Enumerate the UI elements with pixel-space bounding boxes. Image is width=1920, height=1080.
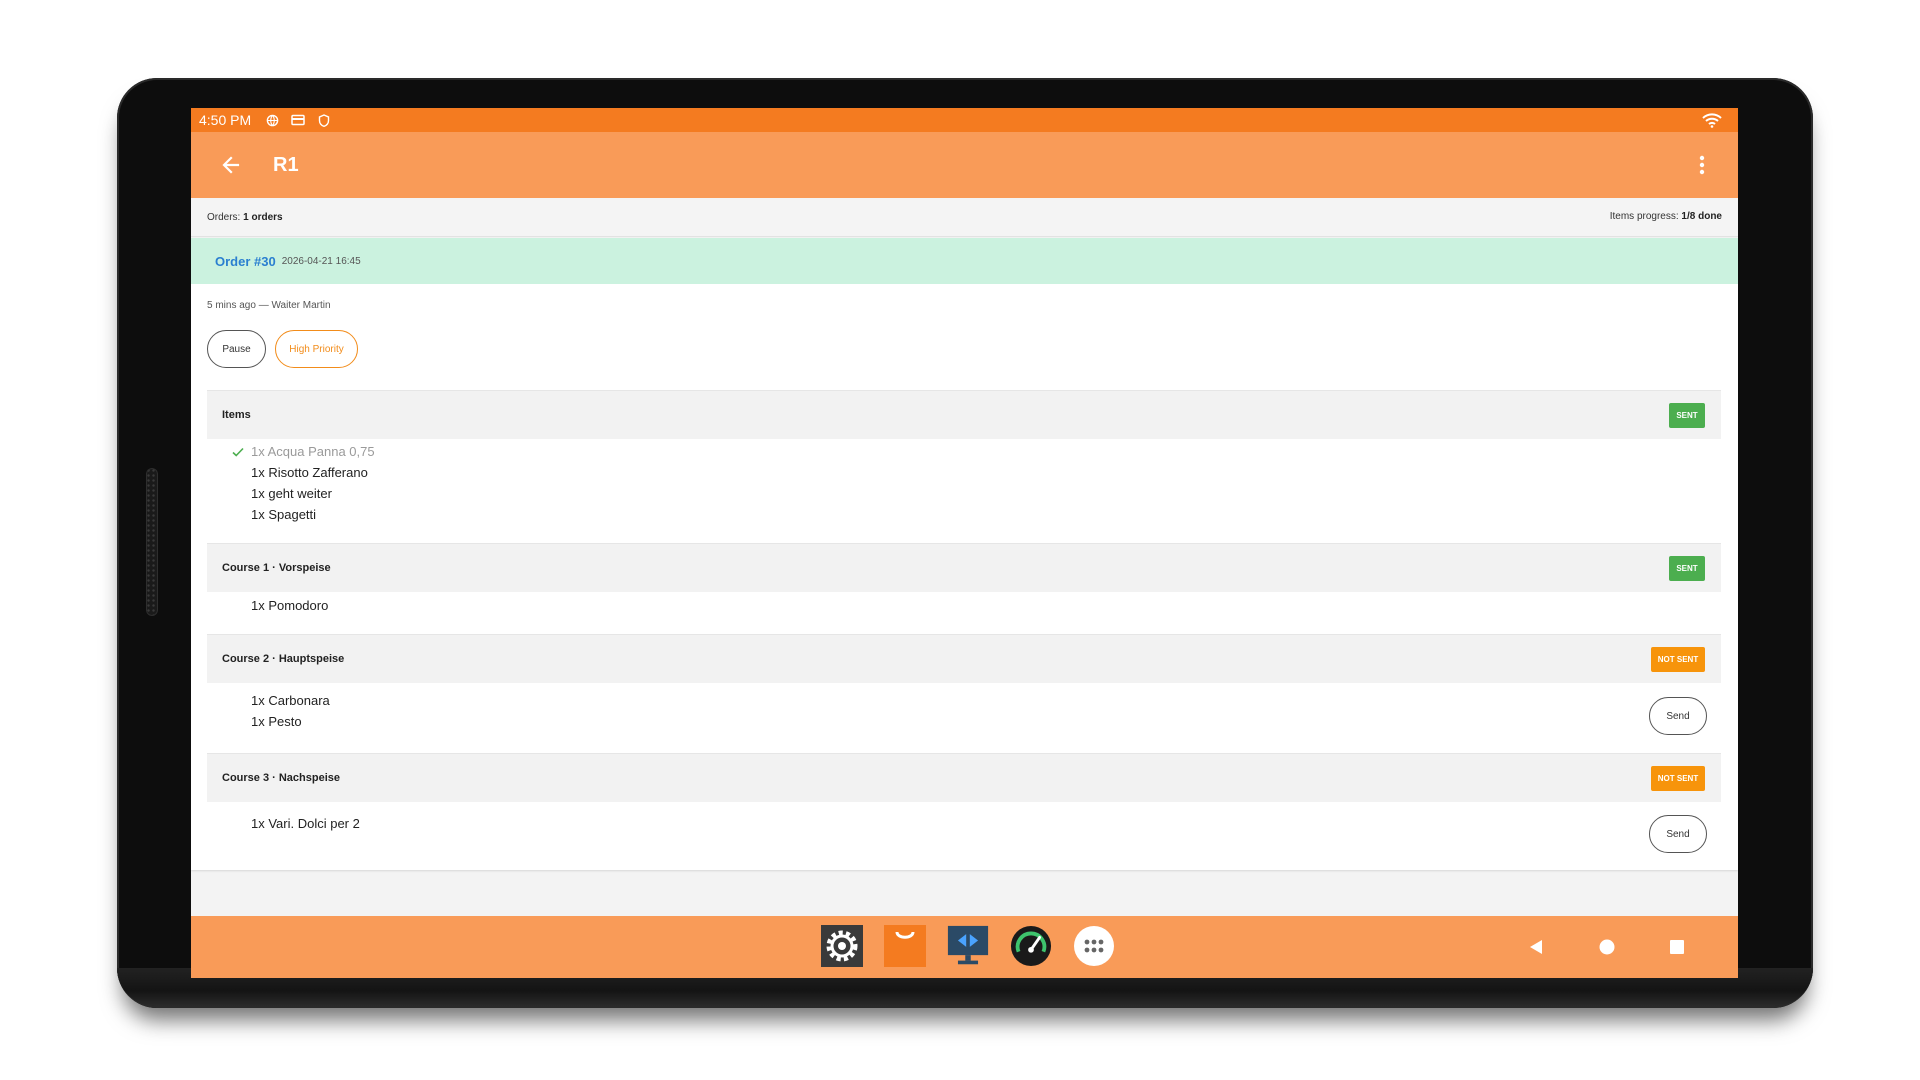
sent-badge: SENT	[1669, 402, 1705, 428]
navigation-bar	[191, 916, 1738, 978]
more-vert-icon[interactable]	[1686, 149, 1718, 181]
pause-button[interactable]: Pause	[207, 330, 266, 368]
order-card: Order #30 2026-04-21 16:45 5 mins ago — …	[191, 238, 1738, 870]
app-bar: R1	[191, 132, 1738, 198]
orders-label: Orders:	[207, 211, 241, 223]
sent-badge: SENT	[1669, 555, 1705, 581]
settings-app-icon[interactable]	[821, 925, 863, 967]
order-number: Order #30	[215, 253, 276, 269]
card-icon	[291, 113, 305, 127]
speaker-grille	[146, 468, 158, 616]
progress-label: Items progress:	[1609, 211, 1679, 222]
list-item: 1x Pomodoro	[251, 598, 329, 613]
section-title: Course 3 · Nachspeise	[222, 772, 340, 784]
section-title: Course 1 · Vorspeise	[222, 562, 331, 574]
summary-bar: Orders: 1 orders Items progress: 1/8 don…	[191, 198, 1738, 237]
remote-desktop-app-icon[interactable]	[947, 925, 989, 967]
section-title: Items	[222, 409, 251, 421]
not-sent-badge: NOT SENT	[1651, 646, 1705, 672]
send-course-3-button[interactable]: Send	[1649, 815, 1707, 853]
back-arrow-icon[interactable]	[215, 149, 247, 181]
shop-app-icon[interactable]	[884, 925, 926, 967]
nav-home-icon[interactable]	[1594, 934, 1620, 960]
progress-summary: Items progress: 1/8 done	[1610, 211, 1722, 222]
nav-recents-icon[interactable]	[1664, 934, 1690, 960]
list-item: 1x Vari. Dolci per 2	[251, 816, 360, 831]
not-sent-badge: NOT SENT	[1651, 765, 1705, 791]
globe-icon	[265, 113, 279, 127]
list-item: 1x Carbonara	[251, 693, 330, 708]
nav-back-icon[interactable]	[1523, 934, 1549, 960]
order-meta: 5 mins ago — Waiter Martin	[207, 300, 331, 311]
list-item: 1x Acqua Panna 0,75	[251, 444, 375, 459]
section-title: Course 2 · Hauptspeise	[222, 653, 345, 665]
wifi-icon	[1702, 112, 1722, 131]
app-drawer-icon[interactable]	[1073, 925, 1115, 967]
section-header-course-3: Course 3 · Nachspeise NOT SENT	[207, 753, 1721, 802]
section-header-items: Items SENT	[207, 390, 1721, 439]
status-time: 4:50 PM	[199, 112, 252, 128]
page-title: R1	[273, 153, 299, 176]
send-course-2-button[interactable]: Send	[1649, 697, 1707, 735]
orders-count: 1 orders	[243, 211, 283, 223]
list-item: 1x Spagetti	[251, 507, 317, 522]
shield-icon	[317, 113, 331, 127]
orders-summary: Orders: 1 orders	[207, 212, 283, 223]
order-datetime: 2026-04-21 16:45	[281, 255, 361, 267]
list-item: 1x Risotto Zafferano	[251, 465, 368, 480]
tablet-screen: 4:50 PM R1 Orders: 1 orders Items progre…	[191, 108, 1738, 978]
progress-count: 1/8 done	[1681, 211, 1722, 222]
section-header-course-2: Course 2 · Hauptspeise NOT SENT	[207, 634, 1721, 683]
order-header: Order #30 2026-04-21 16:45	[191, 238, 1738, 284]
speedometer-app-icon[interactable]	[1010, 925, 1052, 967]
list-item: 1x Pesto	[251, 714, 302, 729]
section-header-course-1: Course 1 · Vorspeise SENT	[207, 543, 1721, 592]
high-priority-button[interactable]: High Priority	[275, 330, 358, 368]
check-icon	[232, 447, 244, 457]
status-bar: 4:50 PM	[191, 108, 1738, 132]
list-item: 1x geht weiter	[251, 486, 332, 501]
